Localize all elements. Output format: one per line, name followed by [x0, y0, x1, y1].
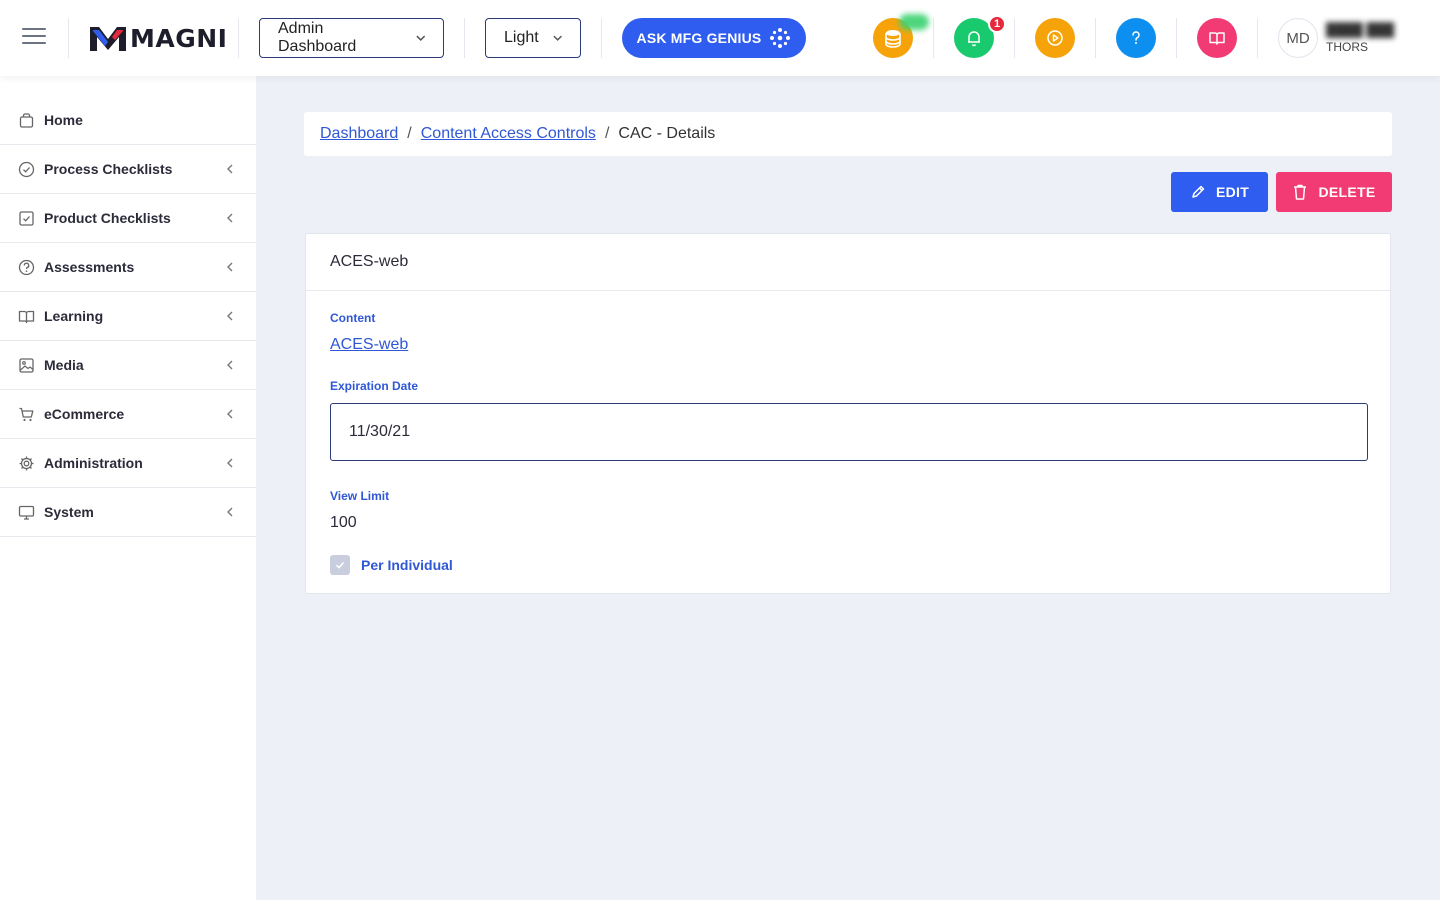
delete-button-label: DELETE [1318, 184, 1376, 200]
monitor-icon [18, 505, 35, 520]
chevron-down-icon [553, 35, 562, 41]
sidebar-item-label: Learning [44, 308, 104, 324]
question-circle-icon [18, 259, 35, 275]
chevron-left-icon [227, 507, 233, 517]
user-org: THORS [1326, 40, 1368, 54]
cac-detail-card: ACES-web Content ACES-web Expiration Dat… [305, 233, 1391, 594]
content-link[interactable]: ACES-web [330, 336, 408, 354]
sidebar-item-process-checklists[interactable]: Process Checklists [0, 145, 256, 194]
notification-count-badge: 1 [988, 15, 1006, 33]
cart-icon [19, 407, 34, 421]
header-divider [1176, 18, 1177, 58]
sidebar-item-label: Administration [44, 455, 143, 471]
view-limit-value: 100 [330, 514, 357, 531]
book-open-icon [1209, 32, 1225, 45]
bag-icon [19, 112, 34, 128]
menu-toggle-icon[interactable] [22, 28, 46, 48]
sidebar-item-label: System [44, 504, 94, 520]
help-button[interactable] [1116, 18, 1156, 58]
book-open-icon [18, 310, 35, 323]
sidebar-item-media[interactable]: Media [0, 341, 256, 390]
chevron-left-icon [227, 311, 233, 321]
sidebar-item-label: Process Checklists [44, 161, 173, 177]
header-divider [1014, 18, 1015, 58]
sidebar-item-administration[interactable]: Administration [0, 439, 256, 488]
sidebar-item-label: Product Checklists [44, 210, 171, 226]
brand-name: MAGNI [130, 23, 228, 53]
delete-button[interactable]: DELETE [1276, 172, 1392, 212]
check-circle-icon [18, 161, 35, 177]
sidebar-item-home[interactable]: Home [0, 96, 256, 145]
pencil-icon [1192, 185, 1205, 198]
coins-icon [885, 30, 901, 48]
chevron-left-icon [227, 409, 233, 419]
chevron-left-icon [227, 164, 233, 174]
chevron-left-icon [227, 360, 233, 370]
play-circle-icon [1047, 30, 1063, 46]
sidebar-item-label: Media [44, 357, 84, 373]
sparkle-icon [770, 28, 791, 48]
breadcrumb: Dashboard / Content Access Controls / CA… [304, 112, 1392, 156]
checkmark-icon [335, 561, 345, 569]
coin-count-badge [899, 14, 929, 30]
header-divider [601, 18, 602, 58]
sidebar-item-product-checklists[interactable]: Product Checklists [0, 194, 256, 243]
sidebar-item-assessments[interactable]: Assessments [0, 243, 256, 292]
content-label: Content [330, 311, 376, 325]
play-button[interactable] [1035, 18, 1075, 58]
sidebar-item-system[interactable]: System [0, 488, 256, 537]
per-individual-checkbox[interactable] [330, 555, 350, 575]
dashboard-select-value: Admin Dashboard [278, 20, 357, 55]
sidebar-item-label: eCommerce [44, 406, 125, 422]
breadcrumb-separator: / [407, 125, 412, 142]
card-title: ACES-web [306, 234, 1390, 291]
header-divider [933, 18, 934, 58]
chevron-down-icon [415, 35, 425, 41]
sidebar-item-label: Assessments [44, 259, 135, 275]
ask-mfg-genius-button[interactable]: ASK MFG GENIUS [622, 18, 806, 58]
notifications-button[interactable]: 1 [954, 15, 1006, 58]
chevron-left-icon [227, 213, 233, 223]
user-name-blurred: ████ ███ [1326, 22, 1395, 37]
bell-icon [968, 31, 980, 47]
expiration-date-label: Expiration Date [330, 379, 419, 393]
coins-button[interactable] [873, 14, 929, 58]
ask-button-label: ASK MFG GENIUS [636, 30, 762, 46]
trash-icon [1294, 184, 1307, 200]
header-divider [1257, 18, 1258, 58]
chevron-left-icon [227, 458, 233, 468]
top-header: MAGNI Admin Dashboard Light ASK MFG GENI… [0, 0, 1440, 76]
breadcrumb-separator: / [604, 125, 610, 142]
magni-logo-icon [90, 27, 126, 51]
image-icon [19, 357, 34, 373]
expiration-date-field[interactable] [330, 403, 1368, 461]
sidebar-item-learning[interactable]: Learning [0, 292, 256, 341]
per-individual-label: Per Individual [361, 557, 453, 573]
question-icon [1132, 31, 1140, 44]
avatar[interactable]: MD [1278, 18, 1318, 58]
header-divider [464, 18, 465, 58]
breadcrumb-current: CAC - Details [618, 125, 716, 142]
check-square-icon [19, 210, 34, 226]
header-divider [68, 18, 69, 58]
dashboard-select[interactable]: Admin Dashboard [259, 18, 444, 58]
gear-icon [19, 456, 34, 470]
view-limit-label: View Limit [330, 489, 390, 503]
breadcrumb-link-dashboard[interactable]: Dashboard [320, 125, 398, 143]
breadcrumb-link-content-access-controls[interactable]: Content Access Controls [421, 125, 596, 143]
sidebar-item-ecommerce[interactable]: eCommerce [0, 390, 256, 439]
brand-logo[interactable]: MAGNI [90, 23, 228, 53]
edit-button[interactable]: EDIT [1171, 172, 1268, 212]
sidebar-item-label: Home [44, 112, 83, 128]
edit-button-label: EDIT [1215, 184, 1250, 200]
guides-button[interactable] [1197, 18, 1237, 58]
header-divider [1095, 18, 1096, 58]
header-divider [238, 18, 239, 58]
chevron-left-icon [227, 262, 233, 272]
theme-select[interactable]: Light [485, 18, 581, 58]
theme-select-value: Light [504, 29, 539, 46]
sidebar: Home Process Checklists Product Checklis… [0, 76, 256, 900]
